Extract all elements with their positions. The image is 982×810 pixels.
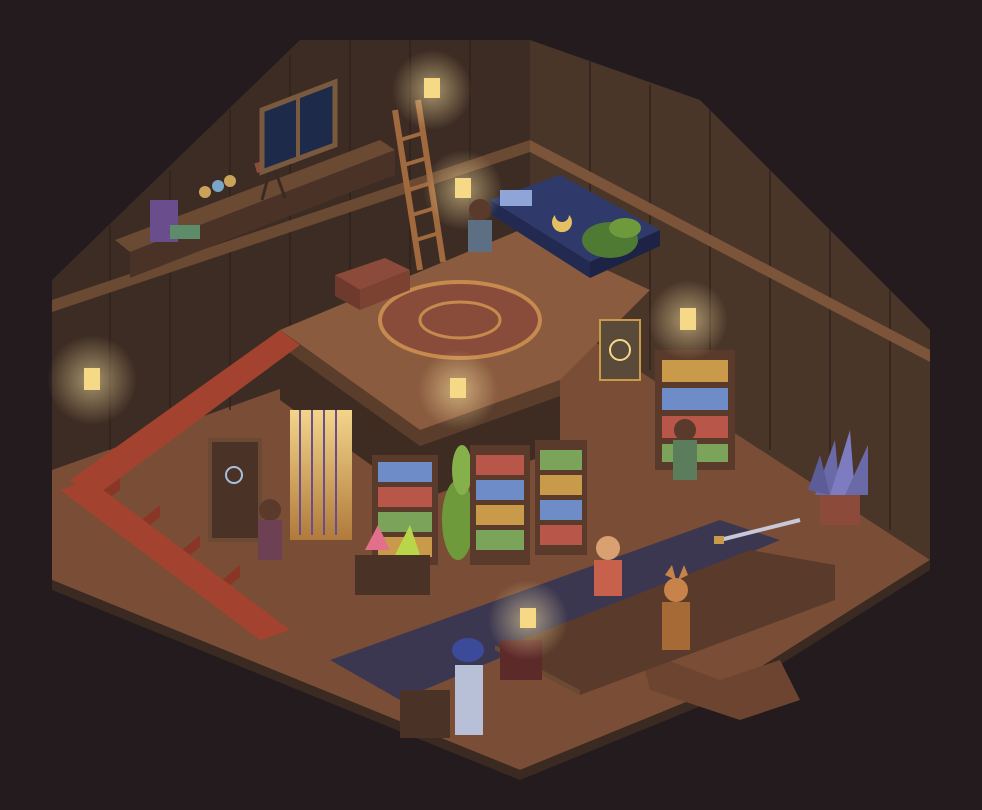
bookshelf-middle (470, 445, 530, 565)
scene-canvas (47, 40, 930, 780)
character-door-visitor (258, 499, 282, 560)
beaded-doorway (290, 410, 352, 540)
bookshelf-right (535, 440, 587, 555)
character-shopkeeper (594, 536, 622, 596)
side-door (208, 438, 262, 542)
moon-poster-icon (599, 319, 641, 381)
isometric-shop-scene (0, 0, 982, 810)
character-loft-reader (468, 199, 492, 252)
loft-rug (378, 280, 542, 360)
character-shelf-browser (673, 419, 697, 480)
mannequin (452, 638, 484, 735)
front-chest (400, 690, 450, 738)
